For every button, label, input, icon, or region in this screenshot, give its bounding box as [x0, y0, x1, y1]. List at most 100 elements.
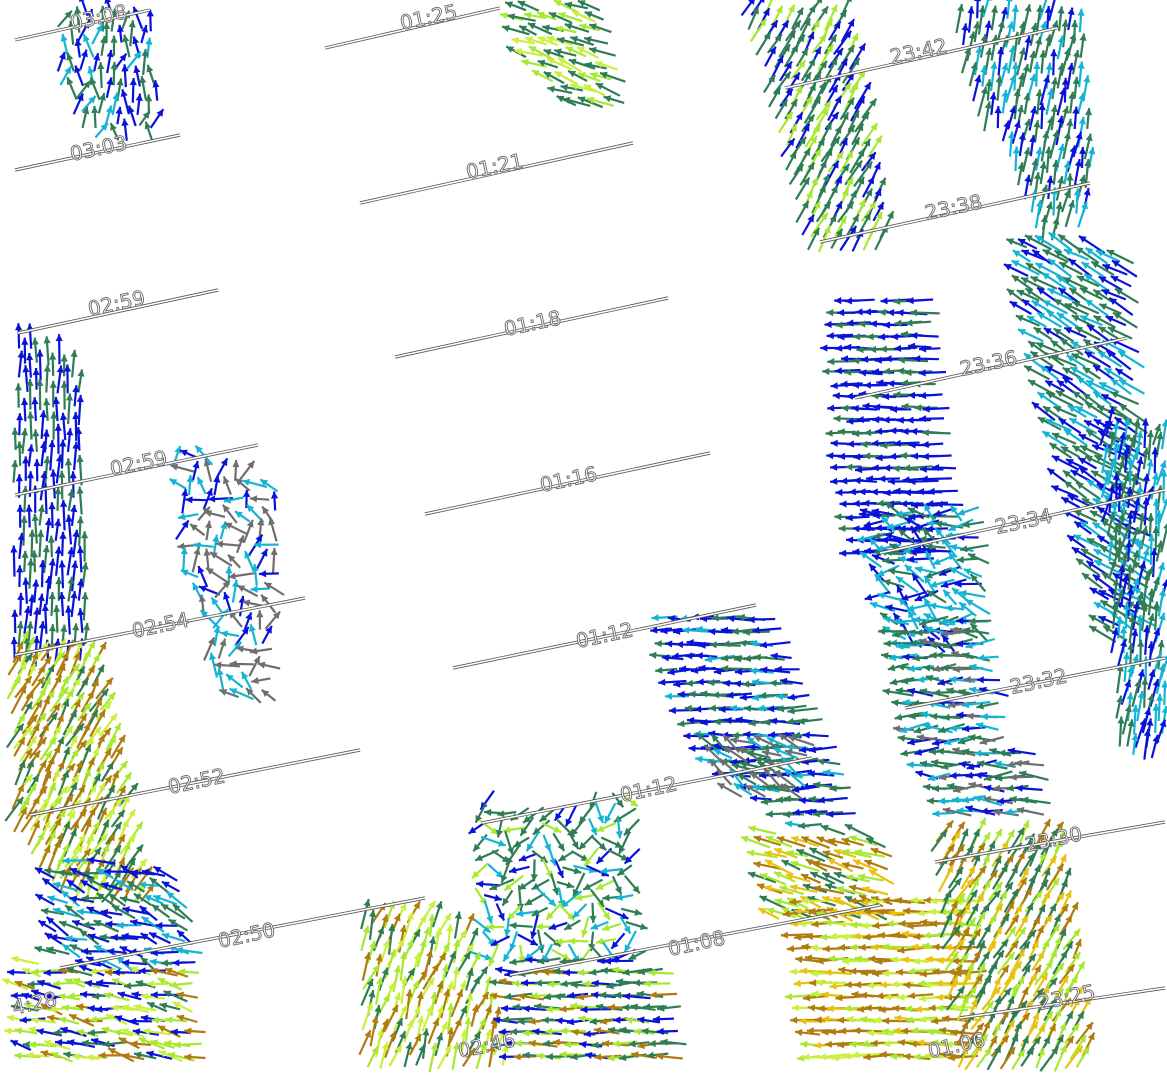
- wind-vector-arrow: [59, 412, 68, 441]
- wind-vector-arrow: [149, 108, 165, 129]
- wind-vector-arrow: [369, 1015, 379, 1047]
- wind-vector-arrow: [258, 570, 279, 578]
- wind-vector-arrow: [242, 519, 254, 543]
- wind-vector-arrow: [786, 945, 816, 953]
- wind-vector-arrow: [601, 922, 622, 932]
- wind-vector-arrow: [54, 546, 62, 576]
- wind-vector-arrow: [251, 677, 271, 685]
- wind-vector-arrow: [361, 1002, 373, 1031]
- wind-vector-arrow: [512, 836, 530, 848]
- wind-vector-arrow: [398, 924, 407, 953]
- wind-vector-arrow: [557, 850, 574, 862]
- wind-vector-arrow: [56, 365, 64, 394]
- wind-vectors-layer: [1, 0, 1167, 1073]
- wind-vector-arrow: [501, 889, 514, 907]
- wind-vector-arrow: [220, 630, 240, 638]
- wind-vector-arrow: [76, 486, 84, 515]
- wind-vector-arrow: [36, 349, 44, 381]
- wind-vector-arrow: [1073, 158, 1082, 186]
- wind-vector-arrow: [215, 540, 241, 548]
- wind-vector-arrow: [11, 609, 19, 634]
- wind-vector-arrow: [37, 504, 45, 526]
- wind-vector-arrow: [127, 105, 137, 127]
- wind-vector-arrow: [91, 105, 99, 129]
- wind-vector-arrow: [1038, 103, 1046, 130]
- wind-vector-arrow: [120, 89, 130, 115]
- wind-vector-arrow: [1057, 6, 1065, 32]
- wind-vector-arrow: [583, 847, 600, 867]
- wind-vector-arrow: [42, 544, 50, 574]
- wind-vector-arrow: [543, 931, 562, 948]
- wind-vector-arrow: [54, 423, 62, 454]
- wind-vector-arrow: [961, 652, 991, 662]
- wind-vector-arrow: [759, 641, 791, 649]
- time-label: 23:38: [923, 189, 984, 224]
- wind-vector-arrow: [434, 1032, 444, 1057]
- wind-vector-arrow: [768, 86, 782, 108]
- wind-vector-arrow: [224, 521, 248, 536]
- wind-vector-arrow: [615, 893, 634, 901]
- wind-vector-arrow: [1039, 161, 1047, 185]
- wind-vector-arrow: [849, 835, 878, 847]
- wind-vector-arrow: [964, 598, 991, 615]
- wind-vector-arrow: [1001, 89, 1009, 114]
- wind-vector-arrow: [1147, 669, 1156, 690]
- wind-vector-arrow: [64, 458, 73, 483]
- wind-vector-arrow: [256, 548, 269, 570]
- time-label: 4:28: [10, 987, 59, 1020]
- wind-vector-arrow: [603, 95, 625, 104]
- wind-vector-arrow: [885, 604, 908, 613]
- wind-vector-arrow: [785, 150, 798, 171]
- wind-vector-arrow: [577, 0, 601, 12]
- wind-vector-arrow: [54, 487, 62, 511]
- wind-vector-arrow: [20, 428, 29, 454]
- wind-vector-arrow: [864, 859, 889, 871]
- time-label: 23:30: [1023, 821, 1084, 856]
- wind-vector-arrow: [578, 802, 596, 825]
- wind-vector-arrow: [860, 440, 882, 448]
- wind-vector-arrow: [1157, 588, 1166, 617]
- wind-vector-arrow: [788, 163, 805, 186]
- wind-vector-arrow: [1064, 199, 1075, 228]
- wind-vector-arrow: [747, 616, 776, 624]
- wind-vector-arrow: [173, 1041, 202, 1049]
- wind-vector-arrow: [1048, 129, 1060, 159]
- wind-vector-arrow: [433, 980, 444, 1005]
- wind-vector-arrow: [797, 822, 822, 830]
- wind-vector-arrow: [465, 968, 474, 991]
- time-label: 02:52: [166, 763, 227, 798]
- wind-vector-arrow: [48, 440, 56, 471]
- wind-vector-arrow: [234, 510, 251, 523]
- wind-vector-arrow: [957, 506, 980, 516]
- wind-vector-arrow: [869, 320, 896, 328]
- wind-vector-arrow: [562, 866, 582, 875]
- wind-vector-arrow: [1143, 728, 1151, 760]
- wind-vector-arrow: [502, 945, 514, 963]
- wind-vector-arrow: [1035, 1047, 1045, 1069]
- wind-vector-arrow: [1015, 784, 1043, 792]
- wind-vector-arrow: [77, 369, 85, 393]
- wind-vector-arrow: [797, 717, 823, 725]
- wind-vector-arrow: [532, 819, 551, 836]
- wind-vector-arrow: [550, 873, 560, 896]
- wind-vector-arrow: [358, 1029, 372, 1056]
- wind-vector-arrow: [76, 516, 84, 546]
- wind-vector-arrow: [450, 989, 464, 1018]
- wind-vector-arrow: [820, 824, 846, 836]
- wind-vector-arrow: [1064, 1045, 1084, 1070]
- wind-vector-arrow: [503, 917, 511, 937]
- wind-vector-arrow: [1016, 806, 1045, 816]
- wind-vector-arrow: [982, 0, 992, 18]
- wind-vector-arrow: [1004, 21, 1014, 48]
- wind-vector-arrow: [607, 849, 629, 862]
- wind-vector-arrow: [1037, 184, 1049, 215]
- wind-vector-arrow: [191, 582, 203, 600]
- wind-vector-arrow: [1060, 188, 1071, 213]
- wind-vector-arrow: [106, 49, 114, 74]
- wind-vector-arrow: [568, 937, 589, 945]
- wind-vector-arrow: [571, 903, 588, 919]
- wind-vector-arrow: [554, 860, 565, 879]
- wind-vector-arrow: [16, 565, 24, 588]
- wind-vector-arrow: [552, 832, 566, 852]
- wind-vector-arrow: [547, 845, 557, 866]
